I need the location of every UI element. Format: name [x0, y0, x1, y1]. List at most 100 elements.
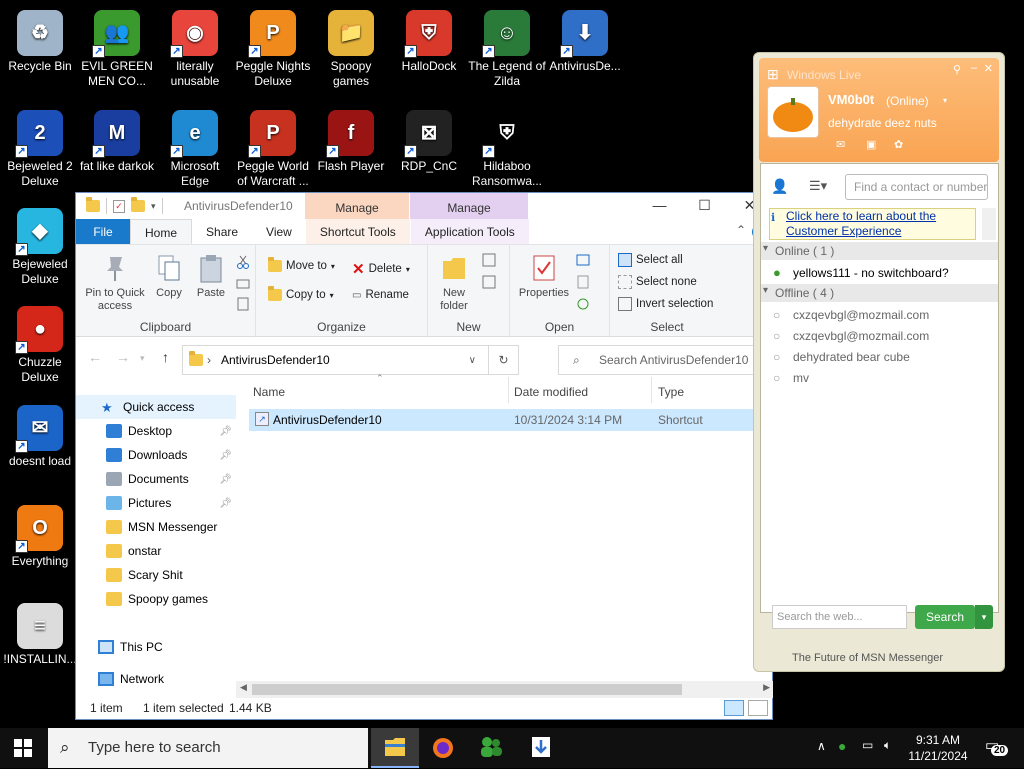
large-icons-view-icon[interactable] [748, 700, 768, 716]
copy-to-button[interactable]: Copy to ▾ [268, 286, 334, 301]
desktop-icon[interactable]: ☺ ↗ The Legend of Zilda [467, 10, 547, 89]
paste-button[interactable]: Paste [192, 253, 230, 300]
nav-item[interactable]: Scary Shit [76, 563, 236, 587]
status-dropdown-icon[interactable]: ▾ [943, 96, 947, 105]
edit-icon[interactable] [576, 275, 590, 289]
copy-button[interactable]: Copy [152, 253, 186, 300]
back-icon[interactable]: ← [88, 349, 102, 365]
volume-icon[interactable]: 🔈︎ [884, 738, 891, 753]
desktop-icon[interactable]: P ↗ Peggle World of Warcraft ... [233, 110, 313, 189]
desktop-icon[interactable]: ⊠ ↗ RDP_CnC [389, 110, 469, 174]
show-hidden-icons[interactable]: ∧ [817, 739, 826, 753]
tab-shortcut-tools[interactable]: Shortcut Tools [305, 219, 410, 244]
contact-offline[interactable]: mv [793, 371, 809, 385]
contact-online[interactable]: yellows111 - no switchboard? [793, 266, 949, 280]
desktop-icon[interactable]: f ↗ Flash Player [311, 110, 391, 174]
nav-item[interactable]: Spoopy games [76, 587, 236, 611]
mail-icon[interactable]: ✉ [836, 138, 845, 151]
desktop-icon[interactable]: e ↗ Microsoft Edge [155, 110, 235, 189]
nav-item[interactable]: Desktop 📌︎ [76, 419, 236, 443]
forward-icon[interactable]: → [116, 349, 130, 365]
desktop-icon[interactable]: ≡ !INSTALLIN... [0, 603, 80, 667]
new-item-icon[interactable] [482, 253, 496, 267]
messenger-tray-icon[interactable]: ● [838, 738, 846, 754]
taskbar-file-explorer[interactable] [371, 728, 419, 768]
invert-selection-button[interactable]: Invert selection [618, 297, 713, 311]
desktop-icon[interactable]: ● ↗ Chuzzle Deluxe [0, 306, 80, 385]
username[interactable]: VM0b0t [828, 92, 874, 107]
tab-share[interactable]: Share [192, 219, 252, 244]
notification-center[interactable]: ▭ 20 [985, 736, 1009, 758]
history-icon[interactable] [576, 297, 590, 311]
tab-file[interactable]: File [76, 219, 130, 244]
pin-quick-access-button[interactable]: Pin to Quick access [82, 253, 148, 313]
desktop-icon[interactable]: ✉ ↗ doesnt load [0, 405, 80, 469]
move-to-button[interactable]: Move to ▾ [268, 257, 335, 272]
nav-item[interactable]: onstar [76, 539, 236, 563]
cut-icon[interactable] [236, 255, 250, 269]
offline-group-header[interactable]: ▾ Offline ( 4 ) [761, 284, 998, 302]
select-all-button[interactable]: Select all [618, 253, 683, 267]
select-none-button[interactable]: Select none [618, 275, 697, 289]
contact-offline[interactable]: cxzqevbgl@mozmail.com [793, 308, 929, 322]
up-icon[interactable]: ↑ [162, 349, 169, 365]
nav-item[interactable]: MSN Messenger [76, 515, 236, 539]
tab-view[interactable]: View [252, 219, 306, 244]
properties-button[interactable]: Properties [514, 253, 574, 300]
column-date-modified[interactable]: Date modified [514, 385, 588, 399]
window-gadget-icon[interactable]: ⚲ [953, 63, 961, 76]
customer-experience-link[interactable]: Click here to learn about the Customer E… [769, 208, 976, 240]
spaces-icon[interactable]: ▣ [866, 138, 876, 151]
tab-application-tools[interactable]: Application Tools [410, 219, 529, 244]
nav-item[interactable]: Pictures 📌︎ [76, 491, 236, 515]
column-type[interactable]: Type [658, 385, 684, 399]
desktop-icon[interactable]: M ↗ fat like darkok [77, 110, 157, 174]
desktop-icon[interactable]: 2 ↗ Bejeweled 2 Deluxe [0, 110, 80, 189]
contact-list-options-icon[interactable]: ☰▾ [809, 178, 827, 194]
network-icon[interactable]: ▭ [862, 738, 873, 752]
personal-message[interactable]: dehydrate deez nuts [828, 116, 937, 130]
desktop-icon[interactable]: O ↗ Everything [0, 505, 80, 569]
tab-home[interactable]: Home [130, 219, 193, 244]
add-contact-icon[interactable]: 👤 [771, 178, 788, 195]
desktop-icon[interactable]: 👥 ↗ EVIL GREEN MEN CO... [77, 10, 157, 89]
msn-butterfly-icon[interactable]: ✿ [894, 138, 903, 151]
maximize-button[interactable]: ☐ [682, 193, 727, 219]
easy-access-icon[interactable] [482, 275, 496, 289]
address-dropdown-icon[interactable]: ∨ [469, 355, 476, 366]
scroll-right-icon[interactable]: ▶ [763, 682, 770, 693]
desktop-icon[interactable]: ⬇ ↗ AntivirusDe... [545, 10, 625, 74]
column-name[interactable]: Name [253, 385, 285, 399]
copy-path-icon[interactable] [236, 277, 250, 291]
recent-locations-icon[interactable]: ▾ [140, 353, 145, 364]
nav-item[interactable]: Documents 📌︎ [76, 467, 236, 491]
start-button[interactable] [14, 739, 32, 757]
desktop-icon[interactable]: ◆ ↗ Bejeweled Deluxe [0, 208, 80, 287]
horizontal-scrollbar[interactable]: ◀ ▶ [236, 681, 773, 698]
web-search-input[interactable]: Search the web... [772, 605, 907, 629]
search-dropdown-icon[interactable]: ▾ [975, 605, 993, 629]
nav-network[interactable]: Network [76, 667, 236, 691]
properties-check-icon[interactable]: ✓ [113, 199, 125, 213]
table-row[interactable]: ↗ AntivirusDefender10 10/31/2024 3:14 PM… [249, 409, 772, 431]
new-folder-icon[interactable] [131, 197, 145, 212]
web-search-button[interactable]: Search [915, 605, 975, 629]
collapse-ribbon-icon[interactable]: ⌃ [736, 223, 746, 237]
desktop-icon[interactable]: ⛨ ↗ HalloDock [389, 10, 469, 74]
ad-scrollbar[interactable] [982, 208, 996, 240]
desktop-icon[interactable]: ◉ ↗ literally unusable [155, 10, 235, 89]
rename-button[interactable]: ▭ Rename [352, 289, 409, 301]
taskbar-messenger[interactable] [467, 728, 515, 768]
desktop-icon[interactable]: P ↗ Peggle Nights Deluxe [233, 10, 313, 89]
qat-dropdown-icon[interactable]: ▾ [151, 201, 156, 212]
nav-item[interactable]: Downloads 📌︎ [76, 443, 236, 467]
presence-status[interactable]: (Online) [886, 94, 929, 108]
desktop-icon[interactable]: ⛨ ↗ Hildaboo Ransomwa... [467, 110, 547, 189]
avatar[interactable] [767, 86, 819, 138]
close-button[interactable]: ✕ [984, 62, 993, 75]
online-group-header[interactable]: ▾ Online ( 1 ) [761, 242, 998, 260]
new-folder-button[interactable]: New folder [434, 253, 474, 313]
clock[interactable]: 9:31 AM 11/21/2024 [906, 732, 970, 764]
desktop-icon[interactable]: ♻ Recycle Bin [0, 10, 80, 74]
nav-this-pc[interactable]: This PC [76, 635, 236, 659]
